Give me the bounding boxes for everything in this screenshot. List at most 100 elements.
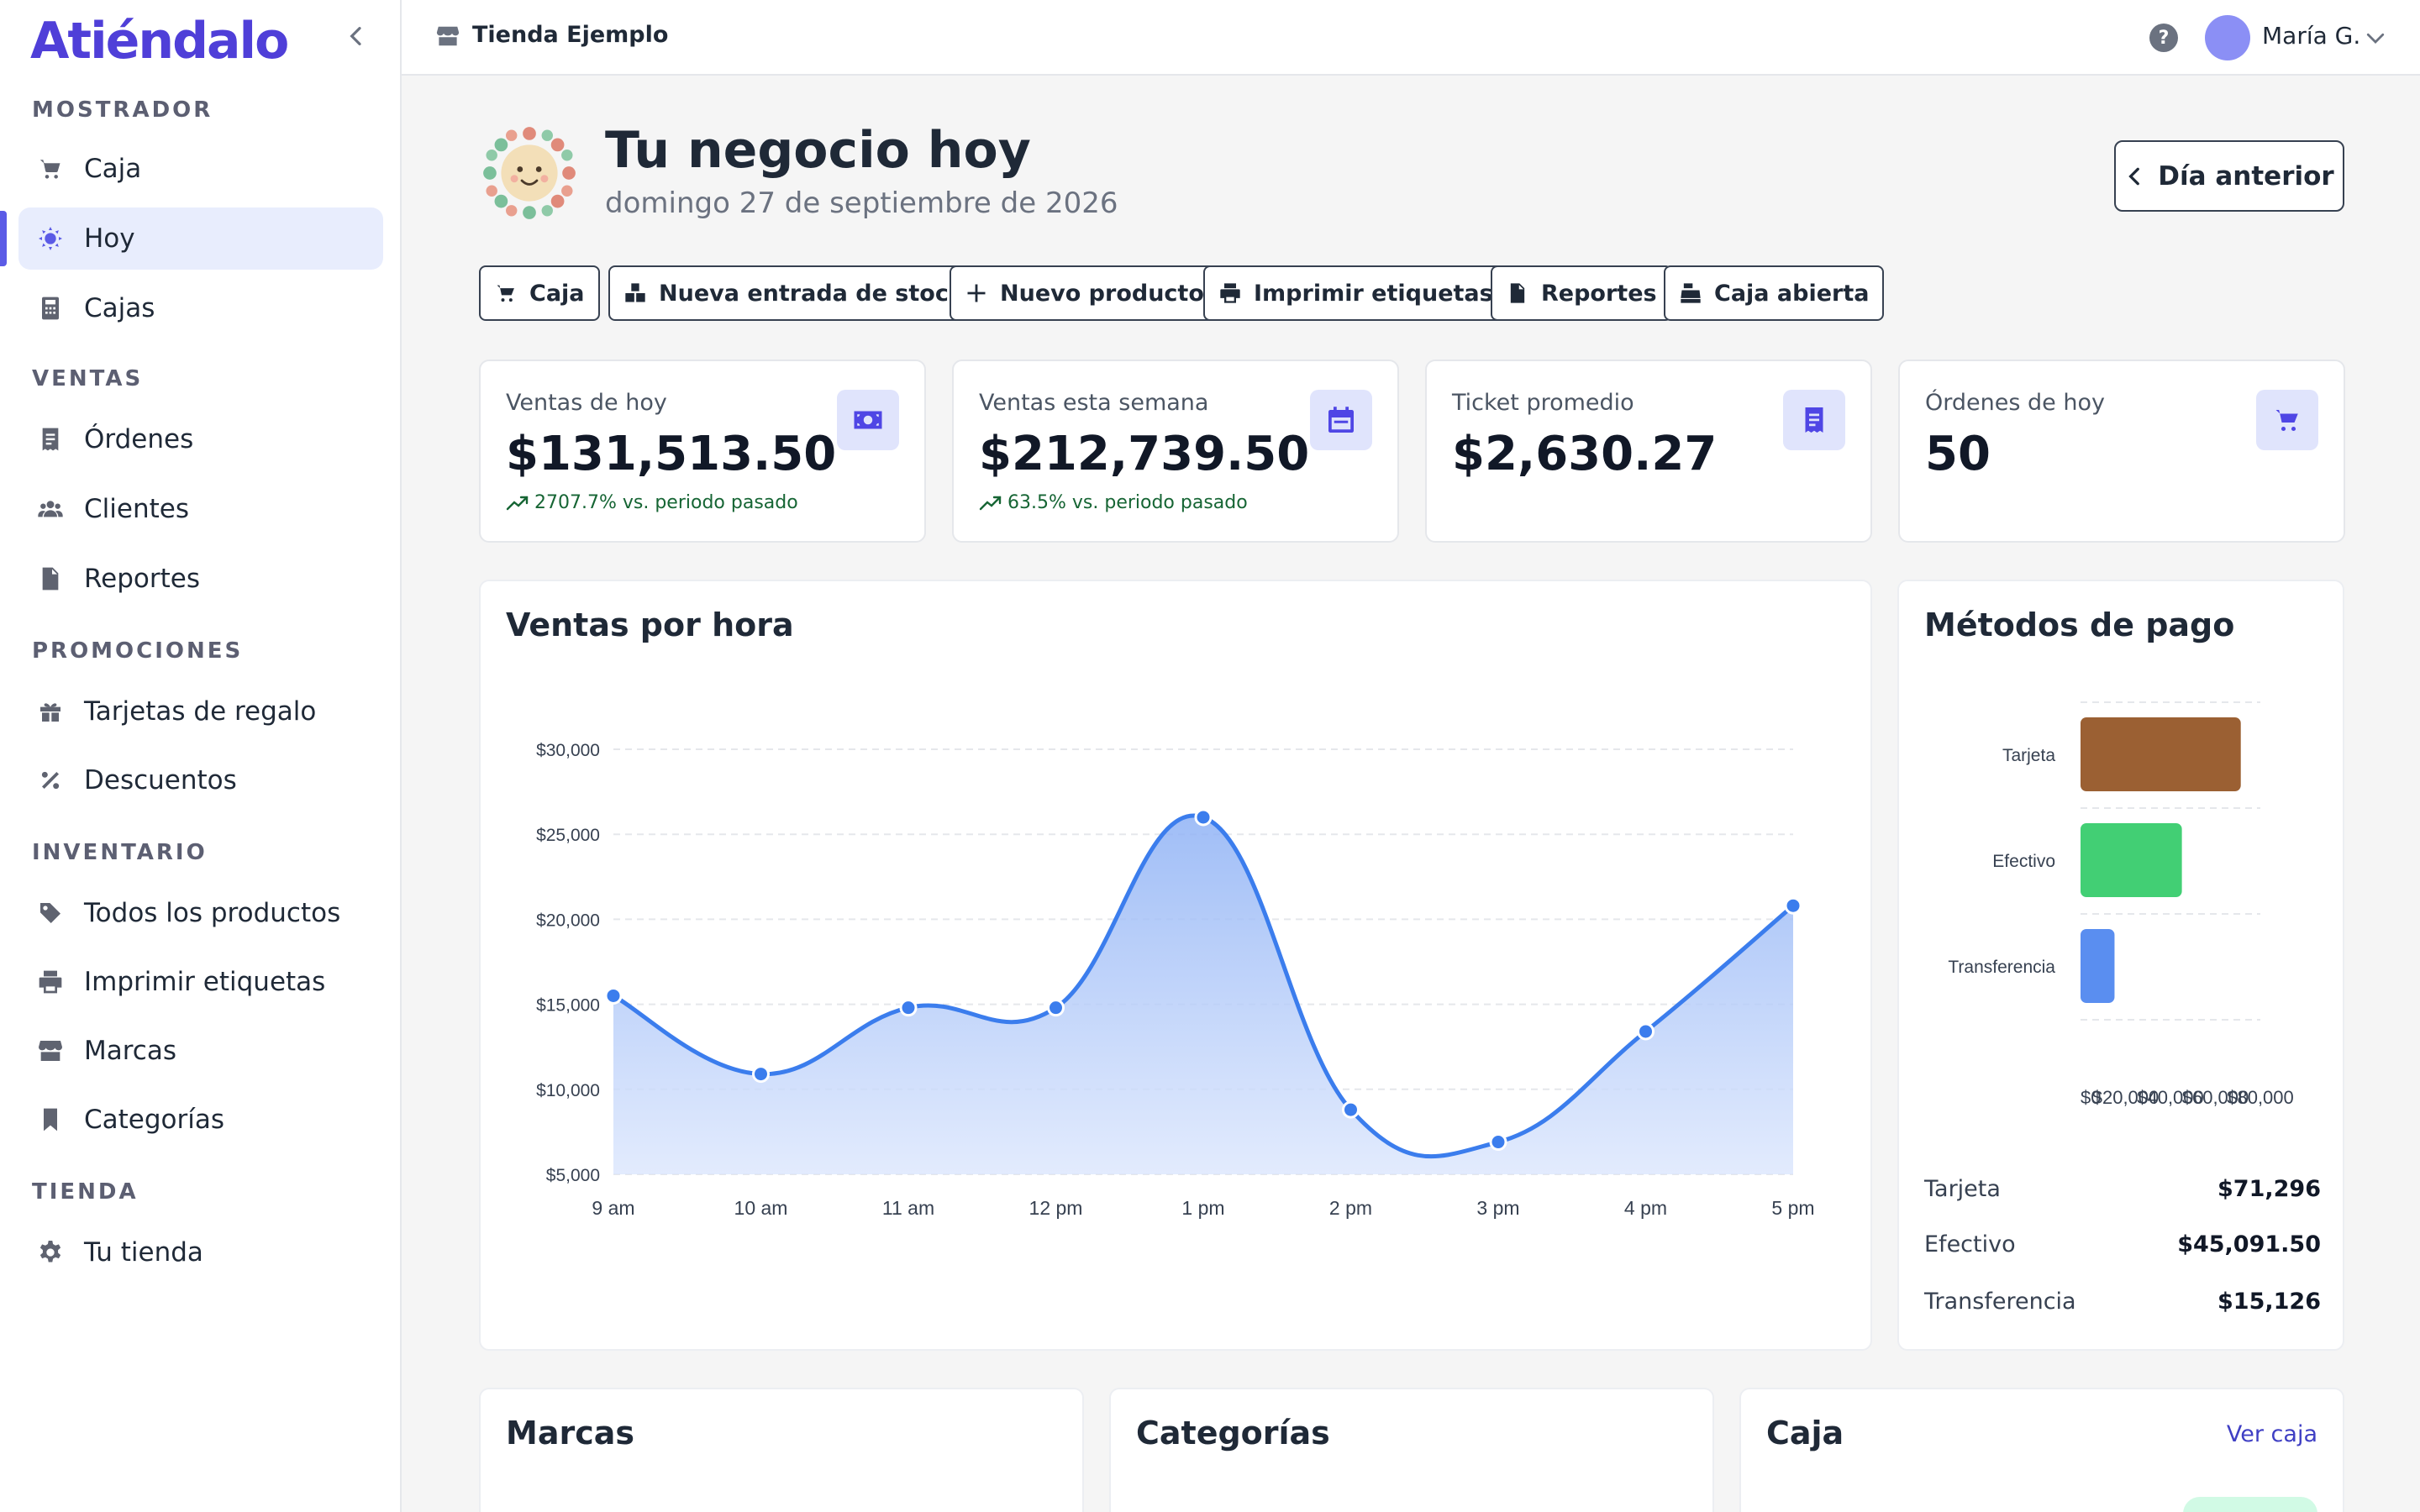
sidebar-item-tu-tienda[interactable]: Tu tienda bbox=[18, 1221, 383, 1284]
sun-icon bbox=[35, 223, 66, 254]
sidebar-item-descuentos[interactable]: Descuentos bbox=[18, 749, 383, 811]
payment-value: $15,126 bbox=[2217, 1289, 2321, 1315]
data-point[interactable] bbox=[1342, 1100, 1360, 1119]
y-category-label: Tarjeta bbox=[2002, 746, 2055, 765]
users-icon bbox=[35, 494, 66, 524]
previous-day-button[interactable]: Día anterior bbox=[2114, 140, 2344, 212]
stat-card-ticket-promedio: Ticket promedio $2,630.27 bbox=[1425, 360, 1872, 543]
x-tick-label: 11 am bbox=[882, 1197, 934, 1219]
view-register-link[interactable]: Ver caja bbox=[2227, 1421, 2317, 1447]
sidebar-item-caja[interactable]: Caja bbox=[18, 138, 383, 200]
sidebar-item-label: Tarjetas de regalo bbox=[84, 696, 317, 727]
reports-label: Reportes bbox=[1541, 280, 1657, 307]
sidebar-item-ordenes[interactable]: Órdenes bbox=[18, 408, 383, 470]
stat-label: Ventas de hoy bbox=[506, 390, 667, 416]
plus-icon bbox=[967, 284, 986, 302]
sidebar-item-reportes[interactable]: Reportes bbox=[18, 548, 383, 610]
sidebar-item-label: Hoy bbox=[84, 223, 135, 254]
money-icon bbox=[837, 390, 899, 450]
y-tick-label: $5,000 bbox=[546, 1166, 600, 1185]
payment-bar[interactable] bbox=[2081, 717, 2241, 791]
y-tick-label: $15,000 bbox=[536, 996, 600, 1016]
sidebar-item-label: Imprimir etiquetas bbox=[84, 967, 326, 997]
data-point[interactable] bbox=[1489, 1133, 1507, 1152]
x-tick-label: 12 pm bbox=[1029, 1197, 1083, 1219]
previous-day-label: Día anterior bbox=[2158, 160, 2334, 192]
payment-bar[interactable] bbox=[2081, 823, 2182, 897]
sidebar-item-marcas[interactable]: Marcas bbox=[18, 1020, 383, 1082]
cart-icon bbox=[35, 154, 66, 184]
sidebar-item-label: Descuentos bbox=[84, 765, 237, 795]
stat-trend: 63.5% vs. periodo pasado bbox=[979, 492, 1248, 513]
hourly-sales-panel: Ventas por hora $5,000 $10,000 $15,000 $20,… bbox=[479, 580, 1872, 1351]
boxes-icon bbox=[625, 283, 645, 302]
data-point[interactable] bbox=[1784, 896, 1802, 915]
payment-bar[interactable] bbox=[2081, 929, 2115, 1003]
y-tick-label: $10,000 bbox=[536, 1081, 600, 1100]
payment-methods-chart: TarjetaEfectivoTransferencia$0$20,000$40… bbox=[1948, 701, 2294, 1108]
sidebar: Atiéndalo MOSTRADOR Caja Hoy Cajas VENTA… bbox=[0, 0, 402, 1512]
sidebar-item-label: Todos los productos bbox=[84, 898, 341, 928]
data-point[interactable] bbox=[1047, 999, 1065, 1017]
open-register-button[interactable]: Caja abierta bbox=[1664, 265, 1885, 321]
stat-trend-label: 63.5% vs. periodo pasado bbox=[1007, 492, 1248, 513]
sidebar-item-label: Marcas bbox=[84, 1036, 176, 1066]
new-product-label: Nuevo producto bbox=[1000, 280, 1204, 307]
trending-up-icon bbox=[979, 496, 1002, 510]
x-tick-label: 10 am bbox=[734, 1197, 788, 1219]
print-labels-label: Imprimir etiquetas bbox=[1254, 280, 1493, 307]
sidebar-item-label: Categorías bbox=[84, 1105, 225, 1135]
sidebar-item-tarjetas[interactable]: Tarjetas de regalo bbox=[18, 680, 383, 743]
sun-mascot-icon bbox=[483, 127, 576, 219]
y-tick-label: $25,000 bbox=[536, 826, 600, 845]
payment-row: Tarjeta $71,296 bbox=[1924, 1176, 2321, 1202]
collapse-sidebar-icon[interactable] bbox=[343, 20, 370, 52]
store-name[interactable]: Tienda Ejemplo bbox=[472, 22, 668, 48]
sidebar-item-clientes[interactable]: Clientes bbox=[18, 478, 383, 540]
new-stock-entry-button[interactable]: Nueva entrada de stock bbox=[608, 265, 979, 321]
sidebar-item-categorias[interactable]: Categorías bbox=[18, 1089, 383, 1151]
stat-value: $2,630.27 bbox=[1452, 427, 1718, 481]
caja-button[interactable]: Caja bbox=[479, 265, 600, 321]
sidebar-item-label: Reportes bbox=[84, 564, 200, 594]
payment-methods-panel: Métodos de pago Tarjeta Efectivo Transfere… bbox=[1897, 580, 2344, 1351]
stat-label: Órdenes de hoy bbox=[1925, 390, 2105, 416]
printer-icon bbox=[35, 967, 66, 997]
x-tick-label: 2 pm bbox=[1329, 1197, 1372, 1219]
data-point[interactable] bbox=[1194, 808, 1213, 827]
sidebar-item-hoy[interactable]: Hoy bbox=[0, 207, 383, 270]
y-category-label: Transferencia bbox=[1948, 958, 2055, 977]
new-product-button[interactable]: Nuevo producto bbox=[950, 265, 1219, 321]
register-panel: Caja Ver caja bbox=[1739, 1388, 2344, 1512]
data-point[interactable] bbox=[899, 999, 918, 1017]
x-tick-label: 5 pm bbox=[1771, 1197, 1814, 1219]
help-icon[interactable]: ? bbox=[2149, 24, 2178, 52]
topbar: Tienda Ejemplo ? María G. bbox=[402, 0, 2420, 76]
data-point[interactable] bbox=[604, 986, 623, 1005]
x-tick-label: 3 pm bbox=[1476, 1197, 1519, 1219]
payment-label: Transferencia bbox=[1924, 1289, 2076, 1315]
sidebar-item-cajas[interactable]: Cajas bbox=[18, 277, 383, 339]
receipt-icon bbox=[1783, 390, 1845, 450]
stat-card-ventas-hoy: Ventas de hoy $131,513.50 2707.7% vs. pe… bbox=[479, 360, 926, 543]
storefront-icon bbox=[35, 1036, 66, 1066]
sidebar-item-etiquetas[interactable]: Imprimir etiquetas bbox=[18, 951, 383, 1013]
section-label-tienda: TIENDA bbox=[32, 1179, 139, 1205]
user-name[interactable]: María G. bbox=[2262, 22, 2360, 50]
y-tick-label: $30,000 bbox=[536, 741, 600, 760]
avatar[interactable] bbox=[2205, 15, 2250, 60]
stat-card-ventas-semana: Ventas esta semana $212,739.50 63.5% vs.… bbox=[952, 360, 1399, 543]
data-point[interactable] bbox=[1637, 1022, 1655, 1041]
chevron-down-icon[interactable] bbox=[2363, 25, 2388, 50]
stat-label: Ventas esta semana bbox=[979, 390, 1209, 416]
calculator-icon bbox=[35, 293, 66, 323]
cart-icon bbox=[497, 285, 514, 302]
payment-label: Tarjeta bbox=[1924, 1176, 2001, 1202]
sidebar-item-productos[interactable]: Todos los productos bbox=[18, 882, 383, 944]
reports-button[interactable]: Reportes bbox=[1491, 265, 1672, 321]
stat-trend: 2707.7% vs. periodo pasado bbox=[506, 492, 798, 513]
app-logo[interactable]: Atiéndalo bbox=[30, 12, 289, 71]
data-point[interactable] bbox=[752, 1065, 770, 1084]
print-labels-button[interactable]: Imprimir etiquetas bbox=[1203, 265, 1508, 321]
sales-area bbox=[613, 815, 1793, 1174]
